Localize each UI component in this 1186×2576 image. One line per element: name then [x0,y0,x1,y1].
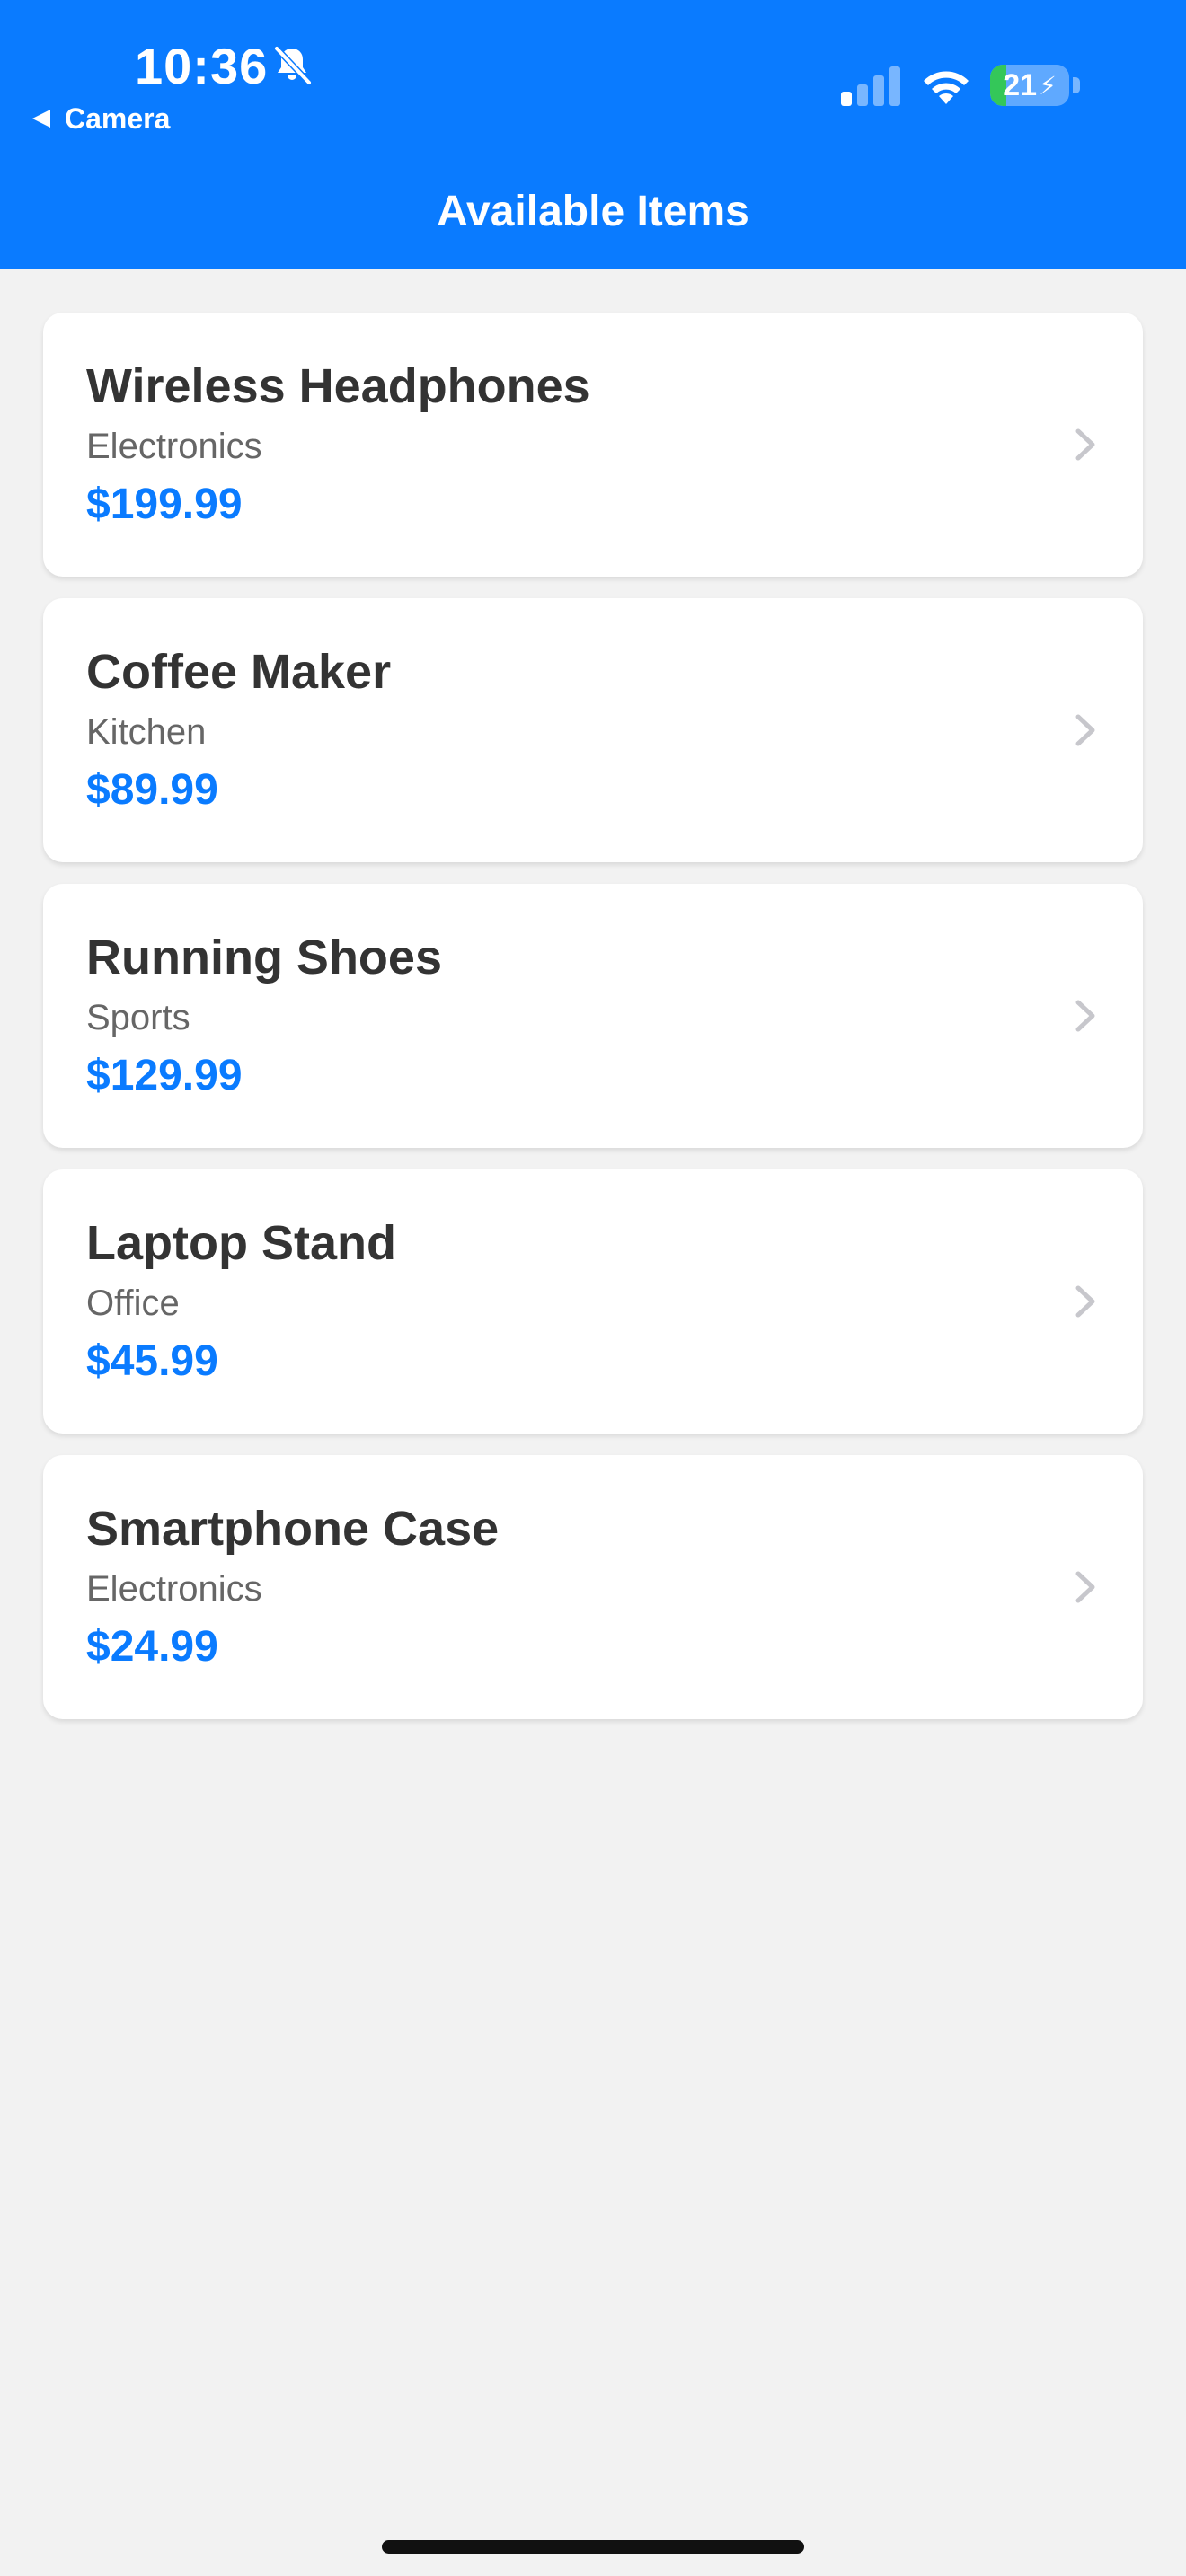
item-name: Coffee Maker [86,645,392,699]
list-item[interactable]: Wireless Headphones Electronics $199.99 [43,313,1143,577]
chevron-right-icon [1075,714,1095,746]
item-price: $199.99 [86,481,243,528]
signal-icon [841,66,900,106]
page-title: Available Items [437,188,749,235]
list-item[interactable]: Running Shoes Sports $129.99 [43,884,1143,1148]
home-indicator[interactable] [382,2540,804,2554]
item-list: Wireless Headphones Electronics $199.99 … [43,313,1143,1741]
item-price: $45.99 [86,1337,218,1385]
item-name: Laptop Stand [86,1216,396,1270]
item-price: $129.99 [86,1052,243,1099]
list-item[interactable]: Coffee Maker Kitchen $89.99 [43,598,1143,862]
wifi-icon [924,71,969,104]
list-item[interactable]: Laptop Stand Office $45.99 [43,1169,1143,1434]
item-category: Electronics [86,427,262,466]
back-to-camera-link[interactable]: Camera [31,101,170,137]
chevron-right-icon [1075,428,1095,461]
back-triangle-icon [32,110,50,128]
item-price: $24.99 [86,1623,218,1671]
bell-slash-icon [273,45,313,86]
item-price: $89.99 [86,766,218,814]
chevron-right-icon [1075,1285,1095,1318]
back-label: Camera [65,102,171,135]
list-item[interactable]: Smartphone Case Electronics $24.99 [43,1455,1143,1719]
item-category: Kitchen [86,712,207,752]
app-header: 10:36 Camera 21 ⚡ Available Items [0,0,1186,269]
item-category: Office [86,1284,180,1323]
charging-bolt-icon: ⚡ [1039,71,1057,100]
item-category: Sports [86,998,190,1037]
item-name: Smartphone Case [86,1502,500,1556]
battery-level: 21 [1003,67,1038,102]
item-name: Wireless Headphones [86,359,590,413]
item-category: Electronics [86,1569,262,1609]
item-name: Running Shoes [86,931,442,984]
chevron-right-icon [1075,1571,1095,1603]
status-time: 10:36 [135,38,269,94]
chevron-right-icon [1075,1000,1095,1032]
battery-icon: 21 ⚡ [990,65,1080,106]
